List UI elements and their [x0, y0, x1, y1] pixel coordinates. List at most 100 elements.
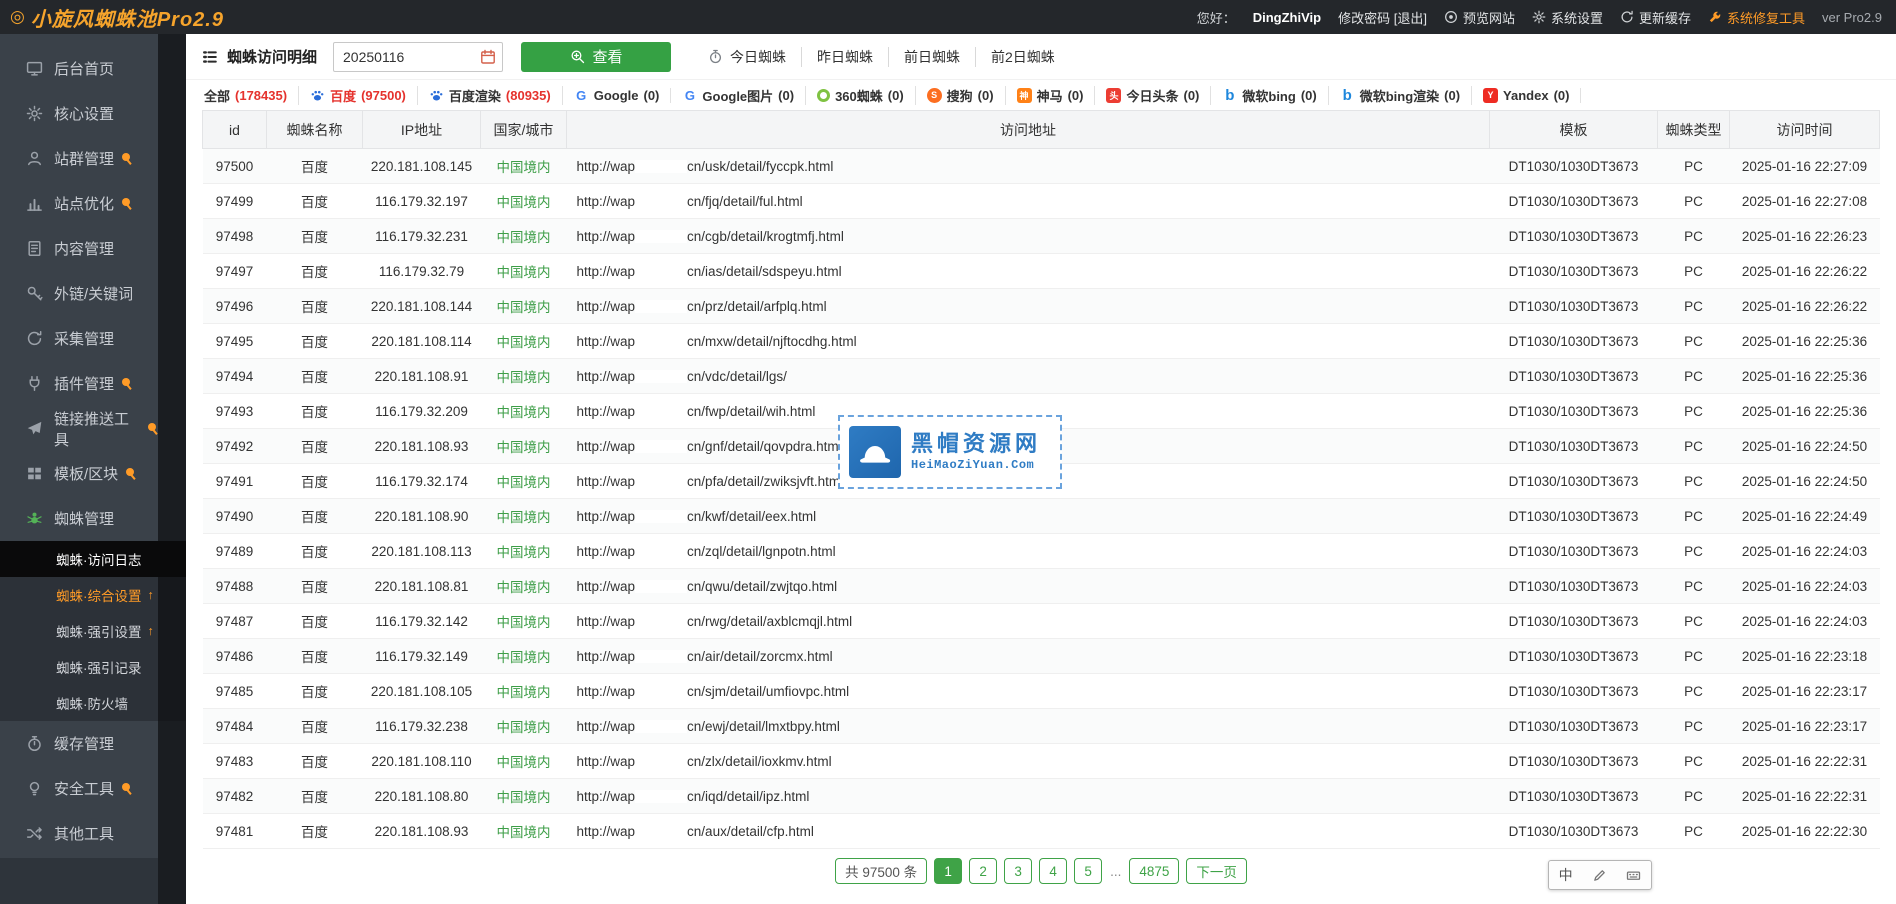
cell-visit-url[interactable]: http://wapcn/ias/detail/sdspeyu.html — [567, 254, 1490, 289]
table-row[interactable]: 97483百度220.181.108.110中国境内http://wapcn/z… — [203, 744, 1880, 779]
cell-ip: 116.179.32.174 — [363, 464, 481, 499]
filter-百度渲染[interactable]: 百度渲染(80935) — [418, 86, 563, 105]
preview-site-link[interactable]: 预览网站 — [1444, 8, 1515, 27]
filter-360蜘蛛[interactable]: 360蜘蛛(0) — [806, 86, 916, 105]
cell-visit-url[interactable]: http://wapcn/cgb/detail/krogtmfj.html — [567, 219, 1490, 254]
sidebar-item-缓存管理[interactable]: 缓存管理 — [0, 721, 158, 766]
date-input[interactable] — [333, 42, 503, 72]
page-button-2[interactable]: 2 — [969, 858, 997, 884]
cell-spider-name: 百度 — [267, 709, 363, 744]
table-row[interactable]: 97486百度116.179.32.149中国境内http://wapcn/ai… — [203, 639, 1880, 674]
table-row[interactable]: 97488百度220.181.108.81中国境内http://wapcn/qw… — [203, 569, 1880, 604]
url-domain-mask — [635, 755, 687, 768]
page-button-3[interactable]: 3 — [1004, 858, 1032, 884]
table-row[interactable]: 97482百度220.181.108.80中国境内http://wapcn/iq… — [203, 779, 1880, 814]
cell-spider-name: 百度 — [267, 429, 363, 464]
sidebar-item-后台首页[interactable]: 后台首页 — [0, 46, 158, 91]
cell-visit-time: 2025-01-16 22:26:23 — [1730, 219, 1880, 254]
sidebar-subitem-蜘蛛·综合设置[interactable]: 蜘蛛·综合设置↑ — [0, 577, 186, 613]
filter-Google[interactable]: GGoogle(0) — [563, 88, 672, 103]
sidebar-item-站点优化[interactable]: 站点优化 — [0, 181, 158, 226]
table-row[interactable]: 97498百度116.179.32.231中国境内http://wapcn/cg… — [203, 219, 1880, 254]
quick-link-day-before[interactable]: 前日蜘蛛 — [889, 47, 976, 67]
cell-spider-name: 百度 — [267, 604, 363, 639]
sidebar-subitem-蜘蛛·访问日志[interactable]: 蜘蛛·访问日志 — [0, 541, 186, 577]
table-row[interactable]: 97495百度220.181.108.114中国境内http://wapcn/m… — [203, 324, 1880, 359]
table-row[interactable]: 97481百度220.181.108.93中国境内http://wapcn/au… — [203, 814, 1880, 849]
cell-visit-url[interactable]: http://wapcn/zlx/detail/ioxkmv.html — [567, 744, 1490, 779]
sidebar-subitem-蜘蛛·防火墙[interactable]: 蜘蛛·防火墙 — [0, 685, 186, 721]
quick-link-two-days-ago[interactable]: 前2日蜘蛛 — [976, 47, 1070, 67]
table-row[interactable]: 97496百度220.181.108.144中国境内http://wapcn/p… — [203, 289, 1880, 324]
table-row[interactable]: 97489百度220.181.108.113中国境内http://wapcn/z… — [203, 534, 1880, 569]
filter-搜狗[interactable]: S搜狗(0) — [916, 86, 1006, 105]
cell-visit-url[interactable]: http://wapcn/qwu/detail/zwjtqo.html — [567, 569, 1490, 604]
sidebar-subitem-蜘蛛·强引记录[interactable]: 蜘蛛·强引记录 — [0, 649, 186, 685]
sidebar-item-采集管理[interactable]: 采集管理 — [0, 316, 158, 361]
filter-Google图片[interactable]: GGoogle图片(0) — [671, 86, 806, 105]
table-row[interactable]: 97485百度220.181.108.105中国境内http://wapcn/s… — [203, 674, 1880, 709]
cell-visit-url[interactable]: http://wapcn/mxw/detail/njftocdhg.html — [567, 324, 1490, 359]
sidebar-item-链接推送工具[interactable]: 链接推送工具 — [0, 406, 158, 451]
page-button-1[interactable]: 1 — [934, 858, 962, 884]
filter-微软bing[interactable]: b微软bing(0) — [1211, 86, 1328, 105]
cell-template: DT1030/1030DT3673 — [1490, 639, 1658, 674]
cell-visit-url[interactable]: http://wapcn/aux/detail/cfp.html — [567, 814, 1490, 849]
username[interactable]: DingZhiVip — [1253, 10, 1321, 25]
page-button-last[interactable]: 4875 — [1129, 858, 1179, 884]
sidebar-item-核心设置[interactable]: 核心设置 — [0, 91, 158, 136]
quick-link-today[interactable]: 今日蜘蛛 — [693, 47, 802, 67]
filter-微软bing渲染[interactable]: b微软bing渲染(0) — [1329, 86, 1472, 105]
change-password-link[interactable]: 修改密码 [退出] — [1338, 8, 1427, 27]
cell-visit-time: 2025-01-16 22:23:18 — [1730, 639, 1880, 674]
refresh-cache-link[interactable]: 更新缓存 — [1620, 8, 1691, 27]
filter-神马[interactable]: 神神马(0) — [1006, 86, 1096, 105]
calendar-icon[interactable] — [480, 49, 496, 65]
filter-全部[interactable]: 全部(178435) — [202, 86, 299, 105]
cell-visit-url[interactable]: http://wapcn/rwg/detail/axblcmqjl.html — [567, 604, 1490, 639]
system-settings-link[interactable]: 系统设置 — [1532, 8, 1603, 27]
cell-visit-url[interactable]: http://wapcn/iqd/detail/ipz.html — [567, 779, 1490, 814]
cell-id: 97497 — [203, 254, 267, 289]
cell-visit-url[interactable]: http://wapcn/fjq/detail/ful.html — [567, 184, 1490, 219]
quick-link-yesterday[interactable]: 昨日蜘蛛 — [802, 47, 889, 67]
sidebar-item-label: 缓存管理 — [54, 733, 114, 754]
ime-lang-indicator[interactable]: 中 — [1559, 865, 1573, 885]
view-button[interactable]: 查看 — [521, 42, 671, 72]
sidebar-item-内容管理[interactable]: 内容管理 — [0, 226, 158, 271]
sidebar-item-其他工具[interactable]: 其他工具 — [0, 811, 158, 856]
filter-今日头条[interactable]: 头今日头条(0) — [1095, 86, 1211, 105]
cell-visit-url[interactable]: http://wapcn/ewj/detail/lmxtbpy.html — [567, 709, 1490, 744]
sidebar-subitem-蜘蛛·强引设置[interactable]: 蜘蛛·强引设置↑ — [0, 613, 186, 649]
sidebar-item-站群管理[interactable]: 站群管理 — [0, 136, 158, 181]
table-row[interactable]: 97494百度220.181.108.91中国境内http://wapcn/vd… — [203, 359, 1880, 394]
table-row[interactable]: 97500百度220.181.108.145中国境内http://wapcn/u… — [203, 149, 1880, 184]
cell-visit-url[interactable]: http://wapcn/usk/detail/fyccpk.html — [567, 149, 1490, 184]
filter-百度[interactable]: 百度(97500) — [299, 86, 418, 105]
table-row[interactable]: 97497百度116.179.32.79中国境内http://wapcn/ias… — [203, 254, 1880, 289]
page-button-4[interactable]: 4 — [1039, 858, 1067, 884]
cell-id: 97491 — [203, 464, 267, 499]
table-row[interactable]: 97487百度116.179.32.142中国境内http://wapcn/rw… — [203, 604, 1880, 639]
cell-visit-url[interactable]: http://wapcn/zql/detail/lgnpotn.html — [567, 534, 1490, 569]
sidebar-item-插件管理[interactable]: 插件管理 — [0, 361, 158, 406]
table-row[interactable]: 97484百度116.179.32.238中国境内http://wapcn/ew… — [203, 709, 1880, 744]
cell-visit-url[interactable]: http://wapcn/sjm/detail/umfiovpc.html — [567, 674, 1490, 709]
next-page-button[interactable]: 下一页 — [1186, 858, 1247, 884]
keyboard-icon[interactable] — [1626, 868, 1641, 883]
system-repair-link[interactable]: 系统修复工具 — [1708, 8, 1805, 27]
filter-Yandex[interactable]: YYandex(0) — [1472, 88, 1581, 103]
table-row[interactable]: 97499百度116.179.32.197中国境内http://wapcn/fj… — [203, 184, 1880, 219]
sidebar-item-安全工具[interactable]: 安全工具 — [0, 766, 158, 811]
ime-toolbar[interactable]: 中 — [1548, 860, 1652, 890]
sidebar-item-蜘蛛管理[interactable]: 蜘蛛管理 — [0, 496, 158, 541]
cell-visit-url[interactable]: http://wapcn/air/detail/zorcmx.html — [567, 639, 1490, 674]
cell-visit-url[interactable]: http://wapcn/prz/detail/arfplq.html — [567, 289, 1490, 324]
sidebar-item-外链/关键词[interactable]: 外链/关键词 — [0, 271, 158, 316]
cell-visit-url[interactable]: http://wapcn/vdc/detail/lgs/ — [567, 359, 1490, 394]
page-button-5[interactable]: 5 — [1074, 858, 1102, 884]
table-row[interactable]: 97490百度220.181.108.90中国境内http://wapcn/kw… — [203, 499, 1880, 534]
sidebar-item-模板/区块[interactable]: 模板/区块 — [0, 451, 158, 496]
cell-visit-url[interactable]: http://wapcn/kwf/detail/eex.html — [567, 499, 1490, 534]
pen-icon[interactable] — [1592, 868, 1607, 883]
